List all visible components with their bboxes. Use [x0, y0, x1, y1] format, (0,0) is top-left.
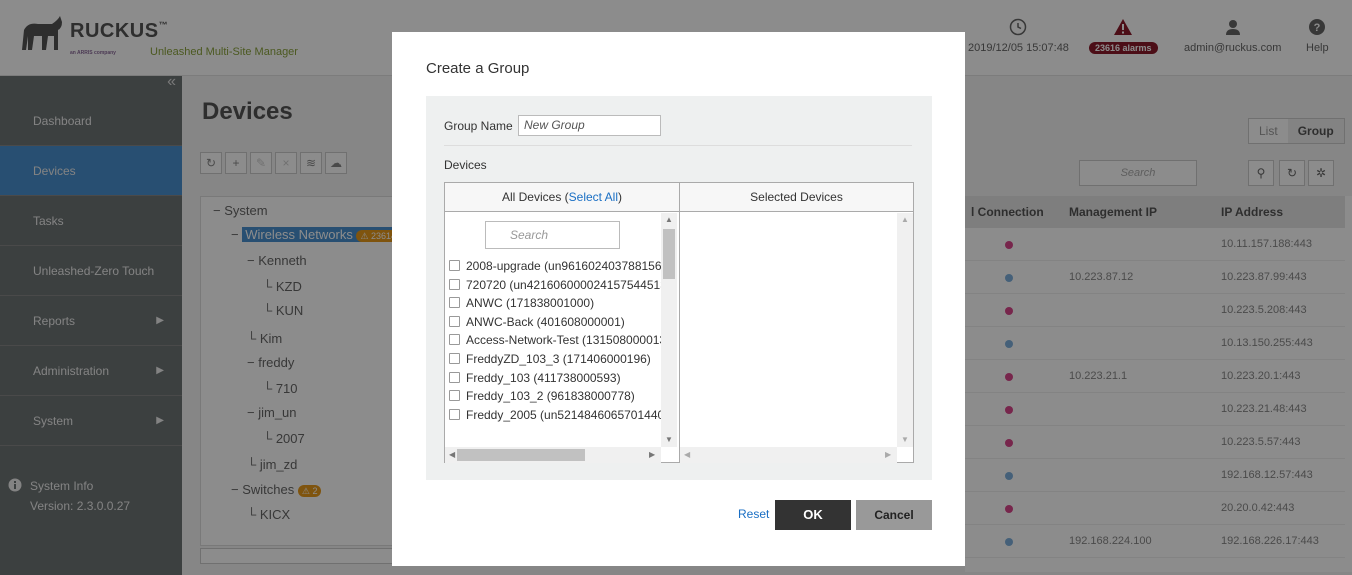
- select-all-link[interactable]: Select All: [569, 190, 618, 204]
- device-label: 2008-upgrade (un961602403788156: [466, 259, 662, 273]
- device-label: Freddy_103_2 (961838000778): [466, 389, 635, 404]
- device-checkbox[interactable]: [449, 315, 460, 327]
- device-checkbox[interactable]: [449, 297, 460, 309]
- device-list-item[interactable]: FreddyZD_103_3 (171406000196): [449, 350, 663, 368]
- device-checkbox[interactable]: [449, 278, 460, 290]
- selected-devices-horizontal-scrollbar[interactable]: ◀ ▶: [680, 447, 897, 463]
- device-list-item[interactable]: Freddy_103 (411738000593): [449, 369, 663, 387]
- column-divider: [679, 183, 680, 462]
- all-devices-horizontal-scrollbar[interactable]: ◀ ▶: [445, 447, 661, 463]
- divider: [444, 145, 912, 146]
- device-label: Access-Network-Test (131508000013): [466, 333, 663, 348]
- scroll-up-icon[interactable]: ▲: [665, 215, 673, 225]
- cancel-button[interactable]: Cancel: [856, 500, 932, 530]
- device-list-item[interactable]: ANWC-Back (401608000001): [449, 313, 663, 331]
- app: RUCKUS™ an ARRIS company Unleashed Multi…: [0, 0, 1352, 575]
- device-list-item[interactable]: Freddy_103_2 (961838000778): [449, 387, 663, 405]
- scroll-down-icon[interactable]: ▼: [901, 435, 909, 445]
- ok-button[interactable]: OK: [775, 500, 851, 530]
- device-checkbox[interactable]: [449, 390, 460, 402]
- scroll-down-icon[interactable]: ▼: [665, 435, 673, 445]
- device-label: 720720 (un4216060000241575445131: [466, 277, 663, 292]
- device-checkbox[interactable]: [449, 371, 460, 383]
- group-name-input[interactable]: New Group: [518, 115, 661, 136]
- dialog-panel: Group Name New Group Devices All Devices…: [426, 96, 932, 480]
- create-group-dialog: Create a Group Group Name New Group Devi…: [392, 32, 965, 566]
- device-checkbox[interactable]: [449, 353, 460, 364]
- device-checkbox[interactable]: [449, 334, 460, 346]
- device-label: Freddy_103 (411738000593): [466, 370, 621, 385]
- group-name-label: Group Name: [444, 119, 513, 133]
- scroll-right-icon[interactable]: ▶: [649, 450, 655, 460]
- selected-devices-header: Selected Devices: [680, 183, 913, 212]
- device-checkbox[interactable]: [449, 260, 460, 271]
- search-icon: [492, 227, 504, 239]
- device-list-item[interactable]: Access-Network-Test (131508000013): [449, 331, 663, 349]
- selected-devices-vertical-scrollbar[interactable]: ▲ ▼: [897, 213, 913, 447]
- devices-label: Devices: [444, 158, 487, 172]
- scrollbar-thumb[interactable]: [663, 229, 675, 279]
- device-label: Freddy_2005 (un521484606570144060: [466, 407, 663, 422]
- device-checkbox[interactable]: [449, 408, 460, 420]
- device-list-item[interactable]: ANWC (171838001000): [449, 294, 663, 312]
- scroll-left-icon[interactable]: ◀: [684, 450, 690, 460]
- device-label: ANWC (171838001000): [466, 296, 595, 311]
- scroll-up-icon[interactable]: ▲: [901, 215, 909, 225]
- device-list-search-input[interactable]: Search: [485, 221, 620, 249]
- dialog-title: Create a Group: [426, 60, 530, 77]
- device-label: FreddyZD_103_3 (171406000196): [466, 352, 651, 366]
- dialog-actions: Reset OK Cancel: [392, 500, 965, 530]
- scrollbar-thumb[interactable]: [457, 449, 585, 461]
- all-devices-vertical-scrollbar[interactable]: ▲ ▼: [661, 213, 677, 447]
- all-devices-header: All Devices (Select All): [445, 183, 679, 212]
- device-list-item[interactable]: 720720 (un4216060000241575445131: [449, 276, 663, 294]
- device-selector: All Devices (Select All) Selected Device…: [444, 182, 914, 463]
- device-list-item[interactable]: Freddy_2005 (un521484606570144060: [449, 406, 663, 424]
- scroll-left-icon[interactable]: ◀: [449, 450, 455, 460]
- device-list-item[interactable]: 2008-upgrade (un961602403788156: [449, 257, 663, 275]
- device-label: ANWC-Back (401608000001): [466, 314, 625, 329]
- reset-link[interactable]: Reset: [738, 507, 769, 521]
- scroll-right-icon[interactable]: ▶: [885, 450, 891, 460]
